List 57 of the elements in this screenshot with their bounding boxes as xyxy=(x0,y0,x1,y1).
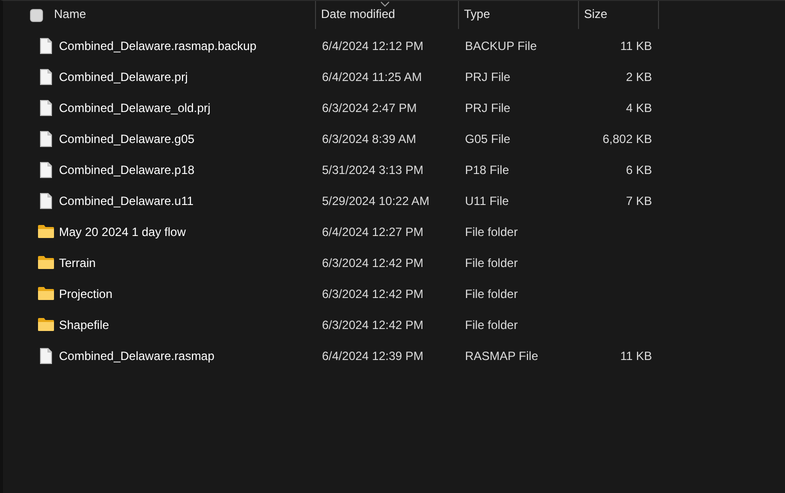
date-modified-text: 6/3/2024 12:42 PM xyxy=(322,318,424,332)
date-modified-text: 6/3/2024 8:39 AM xyxy=(322,132,416,146)
file-name[interactable]: Combined_Delaware.p18 xyxy=(59,162,194,176)
date-modified-text: 6/4/2024 11:25 AM xyxy=(322,70,422,84)
file-type-text: BACKUP File xyxy=(465,38,537,52)
file-icon xyxy=(40,68,52,84)
column-header[interactable]: Date modified xyxy=(321,1,458,27)
file-name[interactable]: Terrain xyxy=(59,256,96,270)
file-size-text: 6 KB xyxy=(626,162,652,176)
file-name[interactable]: Projection xyxy=(59,286,112,300)
folder-icon xyxy=(38,256,54,269)
file-name[interactable]: Combined_Delaware_old.prj xyxy=(59,100,210,114)
file-size-text: 4 KB xyxy=(626,100,652,114)
file-name[interactable]: Combined_Delaware.rasmap xyxy=(59,348,214,362)
file-size-text: 7 KB xyxy=(626,194,652,208)
file-icon xyxy=(40,100,52,116)
sort-chevron-icon xyxy=(380,1,390,7)
column-header[interactable]: Size xyxy=(584,1,658,27)
file-type-text: P18 File xyxy=(465,162,510,176)
date-modified-text: 6/4/2024 12:27 PM xyxy=(322,224,424,238)
column-header[interactable]: Name xyxy=(54,1,315,27)
file-type-text: PRJ File xyxy=(465,100,510,114)
date-modified-text: 6/4/2024 12:12 PM xyxy=(322,38,424,52)
select-all-checkbox[interactable] xyxy=(30,8,43,22)
file-size-text: 6,802 KB xyxy=(602,132,652,146)
folder-icon xyxy=(38,287,54,300)
file-type-text: File folder xyxy=(465,224,518,238)
file-name[interactable]: Shapefile xyxy=(59,318,110,332)
file-name[interactable]: Combined_Delaware.rasmap.backup xyxy=(59,38,256,52)
file-icon xyxy=(40,130,52,146)
column-header[interactable]: Type xyxy=(464,1,578,27)
file-size-text: 2 KB xyxy=(626,70,652,84)
file-size-text: 11 KB xyxy=(620,348,652,362)
file-icon xyxy=(40,348,52,364)
folder-icon xyxy=(38,318,54,331)
date-modified-text: 6/4/2024 12:39 PM xyxy=(322,348,424,362)
folder-icon xyxy=(38,225,54,238)
date-modified-text: 6/3/2024 12:42 PM xyxy=(322,256,424,270)
file-type-text: File folder xyxy=(465,318,518,332)
file-type-text: PRJ File xyxy=(465,70,510,84)
file-name[interactable]: Combined_Delaware.prj xyxy=(59,70,188,84)
file-name[interactable]: Combined_Delaware.g05 xyxy=(59,132,194,146)
file-type-text: U11 File xyxy=(465,194,509,208)
date-modified-text: 5/31/2024 3:13 PM xyxy=(322,162,424,176)
date-modified-text: 6/3/2024 12:42 PM xyxy=(322,286,424,300)
file-icon xyxy=(40,162,52,178)
date-modified-text: 5/29/2024 10:22 AM xyxy=(322,194,430,208)
file-type-text: File folder xyxy=(465,286,518,300)
date-modified-text: 6/3/2024 2:47 PM xyxy=(322,100,417,114)
file-icon xyxy=(40,38,52,54)
file-type-text: RASMAP File xyxy=(465,348,538,362)
file-size-text: 11 KB xyxy=(620,38,652,52)
file-name[interactable]: May 20 2024 1 day flow xyxy=(59,224,186,238)
file-icon xyxy=(40,192,52,208)
file-type-text: File folder xyxy=(465,256,518,270)
file-type-text: G05 File xyxy=(465,132,510,146)
file-name[interactable]: Combined_Delaware.u11 xyxy=(59,194,194,208)
